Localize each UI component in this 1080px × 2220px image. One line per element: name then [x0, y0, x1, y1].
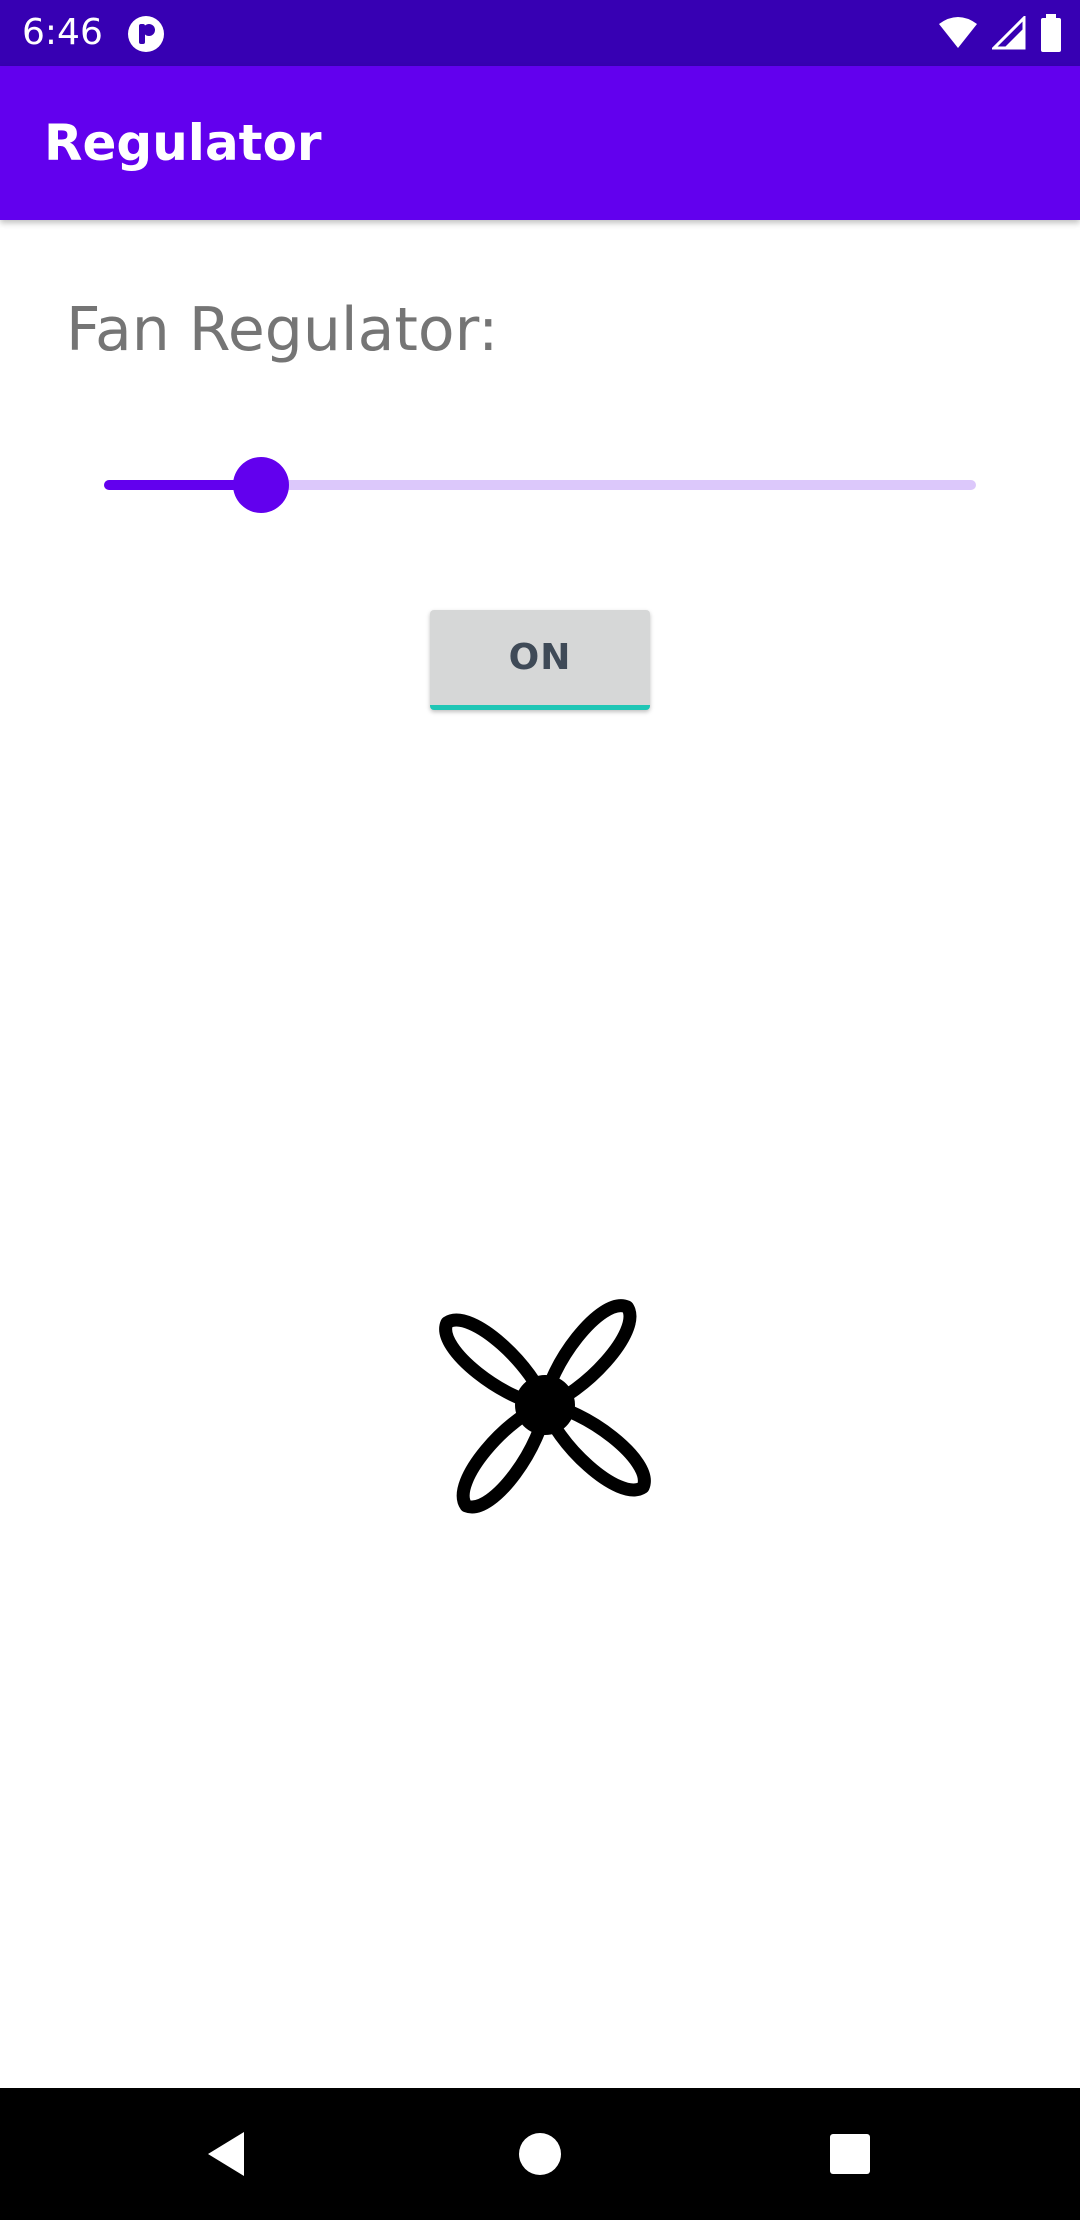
status-icons	[938, 12, 1062, 54]
app-title: Regulator	[44, 114, 322, 172]
cell-signal-icon	[992, 16, 1026, 50]
back-icon[interactable]	[196, 2124, 256, 2184]
slider-thumb[interactable]	[232, 457, 289, 513]
fan-regulator-label: Fan Regulator:	[66, 295, 499, 365]
navigation-bar	[0, 2088, 1080, 2220]
fan-icon	[439, 1299, 651, 1514]
app-notification-icon	[128, 16, 164, 52]
status-time: 6:46	[22, 12, 103, 53]
battery-icon	[1041, 14, 1061, 52]
home-icon[interactable]	[510, 2124, 570, 2184]
wifi-icon	[939, 17, 977, 48]
toggle-button-label: ON	[508, 637, 572, 678]
status-bar: 6:46	[0, 0, 1080, 66]
on-toggle-button[interactable]: ON	[430, 610, 650, 710]
fan-speed-slider[interactable]	[100, 452, 980, 516]
recents-icon[interactable]	[820, 2124, 880, 2184]
app-bar: Regulator	[0, 66, 1080, 220]
